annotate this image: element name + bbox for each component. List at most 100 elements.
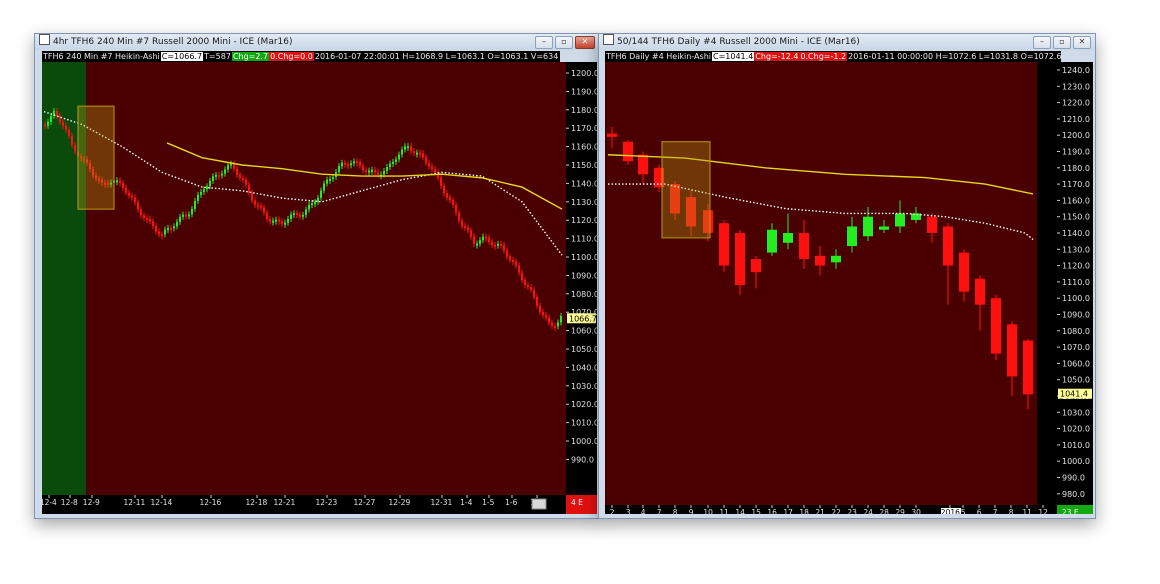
candle-up: [332, 177, 334, 180]
candle-up: [173, 226, 175, 229]
price-tick-label: 1200.0: [571, 69, 597, 78]
candle-down: [218, 174, 220, 177]
date-label: 12-31: [431, 498, 453, 507]
price-tick-label: 1110.0: [571, 235, 597, 244]
window-icon: [39, 34, 50, 45]
maximize-icon[interactable]: ▫: [555, 36, 573, 49]
date-label: 24: [863, 508, 873, 514]
price-tick-label: 1190.0: [1062, 148, 1090, 157]
chart-window-daily[interactable]: 50/144 TFH6 Daily #4 Russell 2000 Mini -…: [598, 33, 1096, 519]
candle-up: [164, 229, 166, 235]
price-tick-label: 1130.0: [571, 198, 597, 207]
candle-down: [410, 146, 412, 152]
candle-up: [176, 221, 178, 227]
price-tick-label: 1080.0: [1062, 327, 1090, 336]
candle-up: [224, 169, 226, 174]
candle-up: [290, 214, 292, 219]
last-price-label: 1041.4: [1060, 390, 1088, 399]
candle-up: [194, 200, 196, 209]
candle-down: [449, 197, 451, 201]
price-tick-label: 1100.0: [571, 253, 597, 262]
candle-down: [62, 121, 64, 126]
candle-up: [272, 220, 274, 223]
close-icon[interactable]: ✕: [1073, 36, 1091, 49]
candle-down: [488, 237, 490, 242]
maximize-icon[interactable]: ▫: [1053, 36, 1071, 49]
price-tick-label: 1120.0: [571, 216, 597, 225]
date-label: 14: [735, 508, 745, 514]
candle-up: [191, 208, 193, 215]
date-label: 11: [1022, 508, 1032, 514]
date-label: 17: [783, 508, 793, 514]
date-label: 15: [751, 508, 761, 514]
price-tick-label: 1110.0: [1062, 278, 1090, 287]
candle-up: [416, 152, 418, 155]
highlight-zone: [661, 141, 711, 239]
candle-up: [911, 213, 921, 220]
candle-down: [991, 298, 1001, 354]
candle-down: [467, 227, 469, 231]
price-tick-label: 1060.0: [1062, 359, 1090, 368]
candle-down: [551, 322, 553, 326]
date-label: 12-14: [151, 498, 173, 507]
window-title: 50/144 TFH6 Daily #4 Russell 2000 Mini -…: [617, 37, 860, 47]
candle-down: [434, 168, 436, 172]
candle-down: [245, 179, 247, 185]
candle-down: [491, 241, 493, 245]
candle-down: [170, 228, 172, 231]
date-label: 1-5: [482, 498, 494, 507]
chart-window-4hr[interactable]: 4hr TFH6 240 Min #7 Russell 2000 Mini - …: [34, 33, 600, 519]
date-label: 12-21: [274, 498, 296, 507]
price-chart-right[interactable]: 1240.0 1230.0 1220.0 1210.0 1200.0 1190.0 1180…: [605, 62, 1093, 514]
candle-down: [251, 192, 253, 201]
price-chart-left[interactable]: 1200.0 1190.0 1180.0 1170.0 1160.0 1150.0 1140…: [42, 62, 597, 514]
date-label: 12-29: [389, 498, 411, 507]
candle-down: [485, 236, 487, 239]
candle-up: [302, 214, 304, 217]
candle-down: [344, 162, 346, 165]
last-price-label: 1066.7: [569, 314, 597, 323]
price-tick-label: 990.0: [1062, 474, 1085, 483]
candle-down: [799, 233, 809, 260]
candle-up: [188, 214, 190, 217]
price-tick-label: 1140.0: [1062, 229, 1090, 238]
price-tick-label: 1180.0: [571, 106, 597, 115]
candle-up: [200, 191, 202, 195]
window-titlebar[interactable]: 4hr TFH6 240 Min #7 Russell 2000 Mini - …: [35, 34, 599, 50]
candle-up: [167, 228, 169, 231]
candle-up: [47, 121, 49, 126]
candle-down: [125, 187, 127, 193]
candle-down: [128, 192, 130, 196]
candle-down: [65, 125, 67, 130]
candle-up: [116, 180, 118, 183]
candle-down: [134, 197, 136, 203]
candle-down: [461, 220, 463, 226]
date-label: 8: [673, 508, 678, 514]
candle-up: [847, 226, 857, 247]
candle-down: [735, 233, 745, 286]
candle-up: [401, 149, 403, 155]
candle-up: [560, 315, 562, 323]
candle-down: [548, 317, 550, 323]
candle-down: [296, 213, 298, 216]
candle-up: [203, 189, 205, 192]
candle-up: [383, 171, 385, 175]
price-tick-label: 1210.0: [1062, 115, 1090, 124]
candle-up: [392, 161, 394, 164]
date-label: 12-4: [42, 498, 57, 507]
date-label: 12-8: [61, 498, 78, 507]
candle-up: [227, 165, 229, 170]
window-titlebar[interactable]: 50/144 TFH6 Daily #4 Russell 2000 Mini -…: [599, 34, 1095, 50]
candle-down: [1007, 324, 1017, 377]
candle-down: [278, 219, 280, 222]
price-tick-label: 1180.0: [1062, 164, 1090, 173]
candle-down: [131, 195, 133, 198]
candle-up: [404, 146, 406, 150]
minimize-icon[interactable]: –: [535, 36, 553, 49]
chart-info-bar: TFH6 240 Min #7 Heikin-Ashi C=1066.7 T=587…: [42, 51, 560, 62]
close-value: C=1066.7: [160, 52, 204, 61]
candle-up: [206, 186, 208, 190]
close-icon[interactable]: ✕: [575, 36, 595, 49]
price-tick-label: 1190.0: [571, 87, 597, 96]
minimize-icon[interactable]: –: [1033, 36, 1051, 49]
